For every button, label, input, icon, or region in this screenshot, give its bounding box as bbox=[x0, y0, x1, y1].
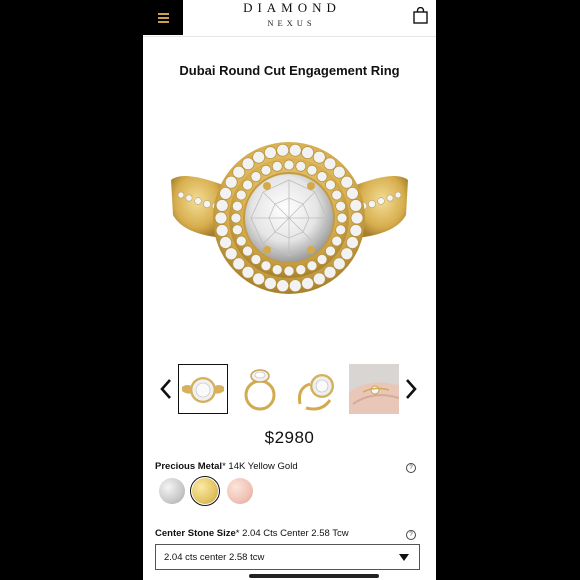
required-mark: * bbox=[222, 461, 226, 472]
help-icon[interactable]: ? bbox=[406, 463, 416, 473]
precious-metal-title: Precious Metal bbox=[155, 461, 223, 472]
swatch-yellow-gold[interactable] bbox=[192, 478, 218, 504]
brand-subname: NEXUS bbox=[267, 18, 316, 28]
menu-button[interactable] bbox=[143, 0, 183, 35]
center-stone-select[interactable]: 2.04 cts center 2.58 tcw bbox=[155, 544, 420, 570]
center-stone-title: Center Stone Size bbox=[155, 528, 236, 539]
required-mark: * bbox=[235, 528, 240, 539]
swatch-white-gold[interactable] bbox=[159, 478, 185, 504]
product-image bbox=[163, 140, 416, 300]
hamburger-icon bbox=[157, 13, 169, 23]
swatch-rose-gold[interactable] bbox=[227, 478, 253, 504]
precious-metal-label: Precious Metal* 14K Yellow Gold bbox=[155, 461, 298, 472]
home-indicator bbox=[249, 574, 379, 578]
site-header: DIAMOND NEXUS bbox=[143, 0, 436, 37]
chevron-left-icon[interactable] bbox=[159, 378, 173, 400]
thumbnail-ring-on-hand[interactable] bbox=[347, 364, 401, 414]
center-stone-value: 2.04 Cts Center 2.58 Tcw bbox=[242, 528, 349, 539]
product-title: Dubai Round Cut Engagement Ring bbox=[179, 63, 400, 78]
precious-metal-value: 14K Yellow Gold bbox=[228, 461, 298, 472]
shopping-bag-icon[interactable] bbox=[413, 6, 428, 24]
brand-name: DIAMOND bbox=[243, 0, 341, 15]
product-price: $2980 bbox=[264, 428, 315, 447]
brand-logo[interactable]: DIAMOND NEXUS bbox=[183, 0, 396, 29]
caret-down-icon bbox=[399, 554, 409, 561]
thumbnail-ring-angled-view[interactable] bbox=[292, 364, 342, 414]
help-icon[interactable]: ? bbox=[406, 530, 416, 540]
phone-screen: DIAMOND NEXUS Dubai Round Cut Engagement… bbox=[143, 0, 436, 580]
thumbnail-ring-side-view[interactable] bbox=[235, 364, 285, 414]
chevron-right-icon[interactable] bbox=[404, 378, 418, 400]
center-stone-selected-value: 2.04 cts center 2.58 tcw bbox=[164, 552, 265, 563]
center-stone-label: Center Stone Size* 2.04 Cts Center 2.58 … bbox=[155, 528, 349, 539]
thumbnail-ring-top-view[interactable] bbox=[178, 364, 228, 414]
